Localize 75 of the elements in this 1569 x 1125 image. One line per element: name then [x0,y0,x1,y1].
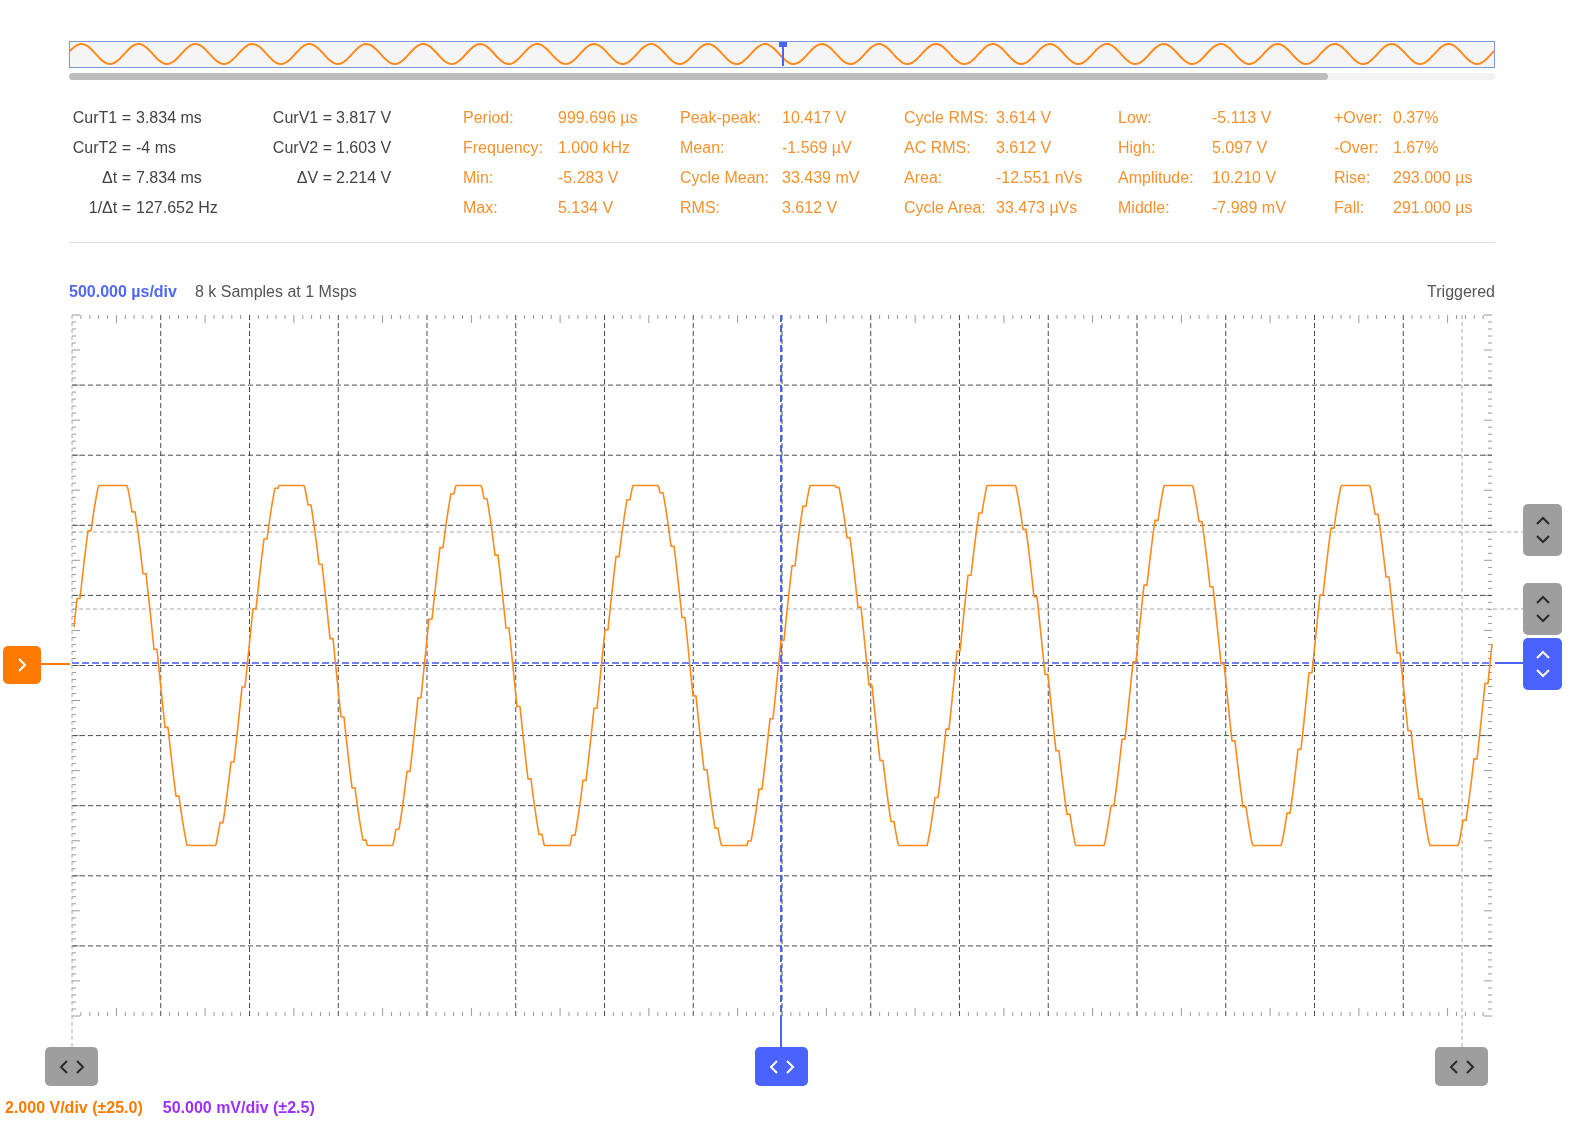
measurement-value: 1.67% [1393,138,1440,158]
measurement-label: Low: [1118,108,1153,128]
chevron-right-icon [18,658,26,672]
measurement-value: -12.551 nVs [996,168,1084,188]
channel-scale[interactable]: 2.000 V/div (±25.0) [5,1098,143,1118]
cursor-label: CurT1 = [71,108,131,128]
measurement-label: Period: [463,108,515,128]
measurement-value: 33.473 µVs [996,198,1079,218]
cursor-label: CurT2 = [71,138,131,158]
measurement-label: High: [1118,138,1157,158]
cursor-value: 2.214 V [336,168,393,188]
cursor-value: 127.652 Hz [136,198,219,218]
measurement-label: +Over: [1334,108,1384,128]
cursor-label: CurV2 = [271,138,332,158]
cursor-handle[interactable] [1523,583,1562,635]
up-down-chevrons-icon [1535,595,1550,623]
measurement-label: Fall: [1334,198,1366,218]
cursor-label: CurV1 = [271,108,332,128]
cursor-value: 1.603 V [336,138,393,158]
measurement-label: Area: [904,168,944,188]
left-right-chevrons-icon [768,1059,795,1074]
measurement-value: 10.210 V [1212,168,1278,188]
cursor-value: 7.834 ms [136,168,203,188]
measurement-value: 33.439 mV [782,168,861,188]
measurement-value: 5.097 V [1212,138,1269,158]
up-down-chevrons-icon [1535,516,1550,544]
measurement-label: Middle: [1118,198,1171,218]
measurement-label: Min: [463,168,495,188]
cursor-label: ΔV = [295,168,332,188]
cursor-value: -4 ms [136,138,177,158]
measurement-value: 3.614 V [996,108,1053,128]
trigger-status: Triggered [1427,283,1495,301]
channel-marker[interactable] [3,646,41,684]
measurement-value: 3.612 V [996,138,1053,158]
measurement-value: 5.134 V [558,198,615,218]
trigger-handle[interactable] [755,1047,808,1086]
position-marker[interactable] [779,42,787,66]
measurement-label: Mean: [680,138,726,158]
measurement-label: Cycle RMS: [904,108,990,128]
cursor-handle[interactable] [1435,1047,1488,1086]
left-right-chevrons-icon [58,1059,85,1074]
measurement-label: AC RMS: [904,138,972,158]
up-down-chevrons-icon [1535,650,1550,678]
measurement-value: 10.417 V [782,108,848,128]
measurement-value: 1.000 kHz [558,138,632,158]
measurement-value: 0.37% [1393,108,1440,128]
measurement-value: -5.283 V [558,168,620,188]
measurement-value: -1.569 µV [782,138,853,158]
measurement-value: 291.000 µs [1393,198,1474,218]
left-right-chevrons-icon [1448,1059,1475,1074]
measurement-label: RMS: [680,198,721,218]
measurement-label: Cycle Area: [904,198,987,218]
measurement-value: -7.989 mV [1212,198,1287,218]
measurement-label: Max: [463,198,499,218]
measurement-value: -5.113 V [1212,108,1273,128]
trigger-handle[interactable] [1523,638,1562,690]
timebase-label[interactable]: 500.000 µs/div [69,283,177,301]
sample-info: 8 k Samples at 1 Msps [194,283,357,301]
cursor-label: Δt = [101,168,131,188]
cursor-label: 1/Δt = [87,198,131,218]
cursor-value: 3.817 V [336,108,393,128]
cursor-handle[interactable] [1523,504,1562,556]
measurement-label: Peak-peak: [680,108,762,128]
measurement-label: Amplitude: [1118,168,1195,188]
channel-scale[interactable]: 50.000 mV/div (±2.5) [162,1098,315,1118]
measurement-value: 293.000 µs [1393,168,1474,188]
marker-leader-line [40,663,71,665]
measurement-label: -Over: [1334,138,1380,158]
measurement-label: Rise: [1334,168,1372,188]
measurement-value: 999.696 µs [558,108,639,128]
measurement-value: 3.612 V [782,198,839,218]
cursor-value: 3.834 ms [136,108,203,128]
cursor-handle[interactable] [45,1047,98,1086]
measurement-label: Cycle Mean: [680,168,770,188]
measurement-label: Frequency: [463,138,545,158]
